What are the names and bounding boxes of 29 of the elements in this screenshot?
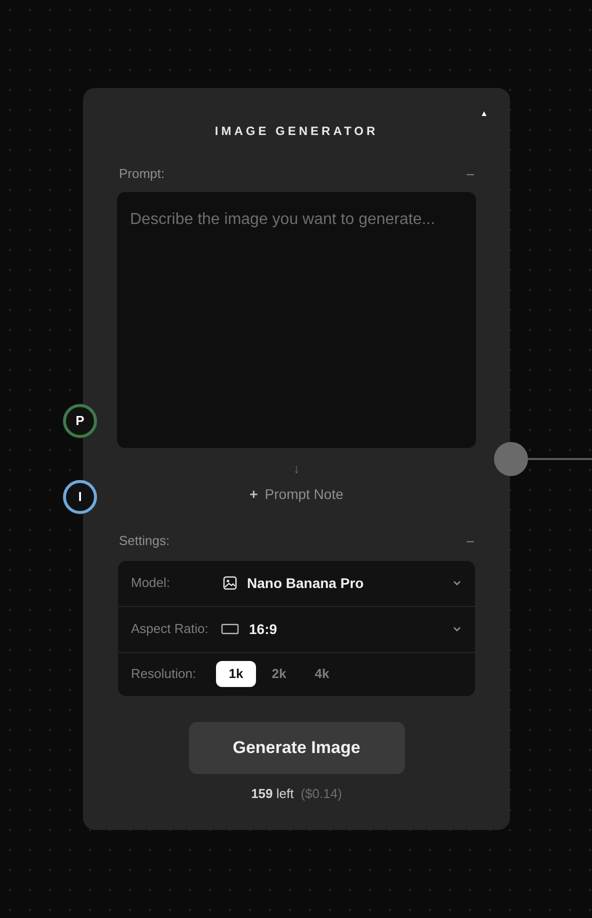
image-icon xyxy=(223,576,237,590)
prompt-label: Prompt: xyxy=(119,165,165,183)
input-port[interactable]: P xyxy=(63,404,97,438)
collapse-settings-button[interactable]: – xyxy=(466,531,474,550)
rectangle-icon xyxy=(221,623,239,635)
chevron-down-icon xyxy=(452,624,462,634)
setting-value: Nano Banana Pro xyxy=(247,574,364,592)
settings-select[interactable]: Model: Nano Banana Pro xyxy=(118,560,475,606)
resolution-option[interactable]: 1k xyxy=(216,661,256,687)
credits-remaining: 159 left xyxy=(251,784,294,802)
settings-label: Settings: xyxy=(119,532,170,550)
resolution-option[interactable]: 4k xyxy=(302,661,342,687)
collapse-button[interactable]: ▲ xyxy=(480,108,488,120)
output-port[interactable] xyxy=(494,442,528,476)
arrow-down-icon: ↓ xyxy=(293,458,300,478)
settings-select[interactable]: Aspect Ratio: 16:9 xyxy=(118,606,475,652)
setting-value: 16:9 xyxy=(249,620,278,638)
setting-label: Model: xyxy=(131,574,172,592)
prompt-note-button[interactable]: + Prompt Note xyxy=(250,484,344,505)
resolution-option[interactable]: 2k xyxy=(259,661,299,687)
setting-label: Aspect Ratio: xyxy=(131,620,210,638)
collapse-prompt-button[interactable]: – xyxy=(466,164,474,184)
credits-cost: ($0.14) xyxy=(300,784,342,803)
node-title: IMAGE GENERATOR xyxy=(214,123,378,140)
setting-label: Resolution: xyxy=(131,665,198,684)
generate-image-button[interactable]: Generate Image xyxy=(188,722,404,774)
chevron-down-icon xyxy=(452,578,462,588)
input-port[interactable]: I xyxy=(63,480,97,514)
prompt-field[interactable]: Describe the image you want to generate... xyxy=(117,192,476,448)
